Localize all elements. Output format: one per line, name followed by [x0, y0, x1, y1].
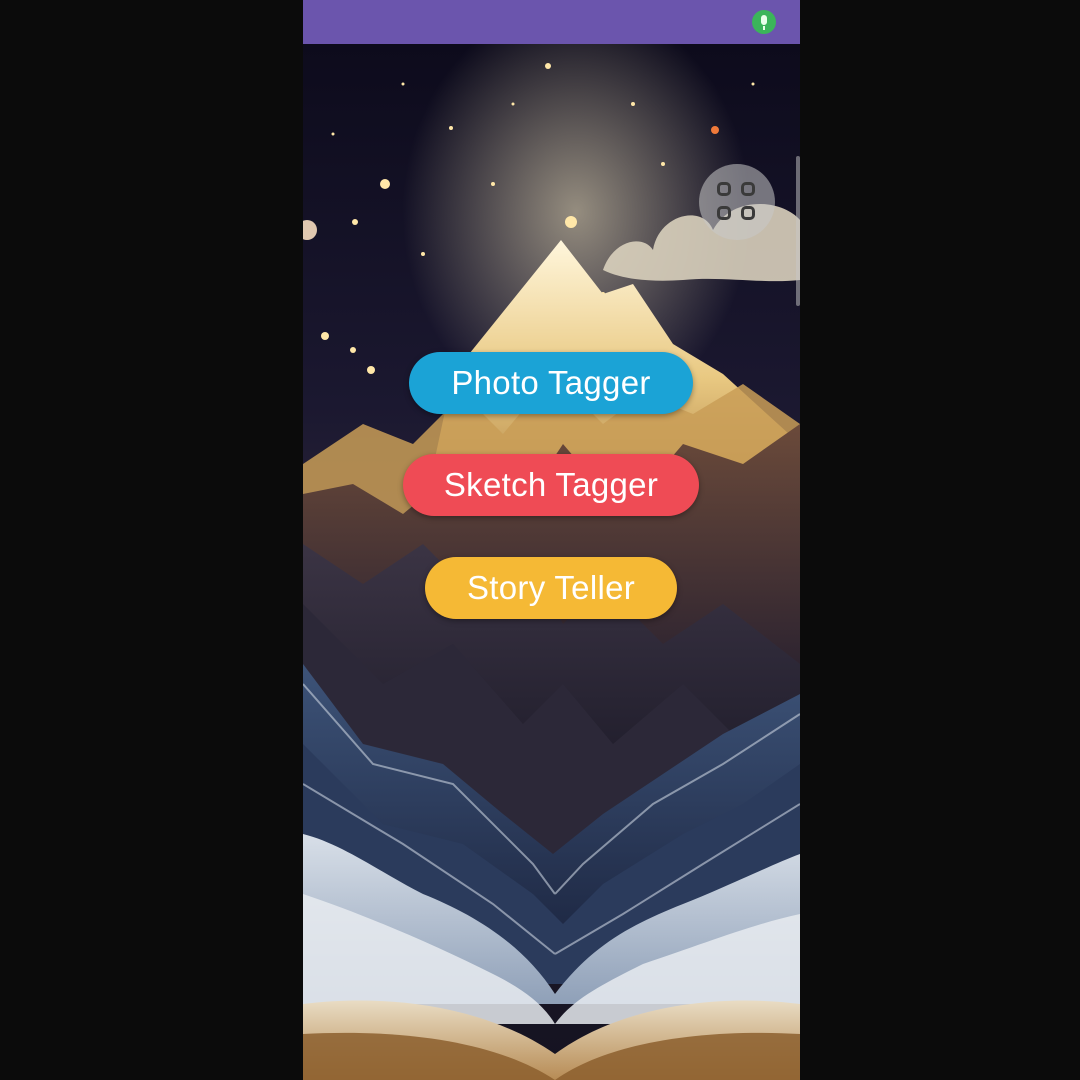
mic-icon: [752, 10, 776, 34]
app-grid-icon-tile: [741, 206, 755, 220]
side-panel-handle[interactable]: [796, 156, 800, 306]
story-teller-button[interactable]: Story Teller: [425, 557, 677, 619]
app-grid-icon-tile: [717, 206, 731, 220]
sketch-tagger-button[interactable]: Sketch Tagger: [403, 454, 699, 516]
app-grid-icon: [717, 182, 731, 196]
screen: Photo Tagger Sketch Tagger Story Teller: [0, 0, 1080, 1080]
photo-tagger-button[interactable]: Photo Tagger: [409, 352, 693, 414]
app-grid-button[interactable]: [699, 164, 775, 240]
phone-screen: Photo Tagger Sketch Tagger Story Teller: [303, 0, 800, 1080]
status-bar: [303, 0, 800, 44]
app-grid-icon-tile: [741, 182, 755, 196]
